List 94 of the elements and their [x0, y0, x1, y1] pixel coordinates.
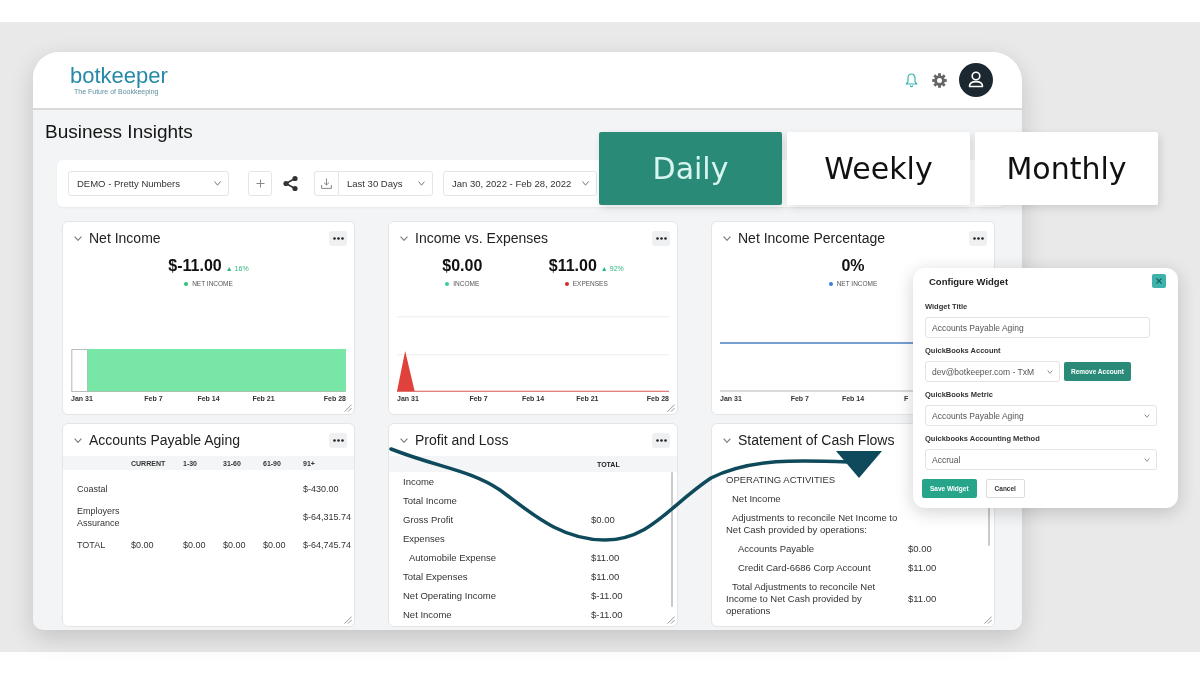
dialog-title: Configure Widget: [929, 275, 1009, 287]
table-cell-text: $0.00: [223, 539, 247, 551]
more-icon: [655, 236, 667, 240]
row-label: Net Income: [403, 608, 453, 621]
row-label: Total Income: [403, 494, 458, 507]
resize-handle-icon[interactable]: [344, 404, 352, 412]
widget-title: Accounts Payable Aging: [89, 432, 240, 448]
add-button[interactable]: [248, 171, 272, 196]
chevron-icon[interactable]: [400, 437, 408, 443]
dashboard-select[interactable]: DEMO - Pretty Numbers: [68, 171, 229, 196]
row-label: Income: [403, 475, 436, 488]
range-select[interactable]: Last 30 Days: [338, 171, 433, 196]
more-button[interactable]: [652, 230, 670, 246]
download-icon: [321, 178, 332, 189]
share-icon[interactable]: [282, 175, 299, 192]
chevron-icon: [418, 181, 425, 186]
scrollbar[interactable]: [671, 472, 673, 607]
table-cell-text: $0.00: [263, 539, 287, 551]
table-cell-text: $11.00: [908, 592, 938, 605]
row-label: Adjustments to reconcile Net Income to Net Cash provided by operations:: [726, 511, 899, 536]
chevron-icon: [1047, 369, 1053, 374]
metric-value: $11.00: [548, 256, 597, 276]
table-cell-text: $11.00: [591, 551, 621, 564]
resize-handle-icon[interactable]: [667, 616, 675, 624]
dropdown[interactable]: Accrual: [925, 449, 1157, 470]
more-icon: [332, 438, 344, 442]
bell-icon[interactable]: [905, 72, 918, 88]
table-cell-text: $0.00: [131, 539, 155, 551]
more-button[interactable]: [329, 432, 347, 448]
more-icon: [332, 236, 344, 240]
more-icon: [972, 236, 984, 240]
widget-title: Net Income Percentage: [738, 230, 886, 246]
chevron-icon: [1144, 413, 1150, 418]
period-tab[interactable]: Monthly: [975, 132, 1158, 205]
row-label: Total Adjustments to reconcile Net Income to Net Cash provided by operations: [726, 580, 877, 617]
table-cell-text: $11.00: [908, 561, 938, 574]
chevron-icon: [1144, 457, 1150, 462]
resize-handle-icon[interactable]: [984, 616, 992, 624]
dropdown[interactable]: Accounts Payable Aging: [925, 405, 1157, 426]
table-cell-text: $0.00: [591, 513, 616, 526]
download-button[interactable]: [314, 171, 338, 196]
widget-title: Income vs. Expenses: [415, 230, 549, 246]
widget-title: Net Income: [89, 230, 161, 246]
logo[interactable]: botkeeper: [70, 64, 168, 88]
resize-handle-icon[interactable]: [667, 404, 675, 412]
more-button[interactable]: [969, 230, 987, 246]
resize-handle-icon[interactable]: [344, 616, 352, 624]
row-label: Employers Assurance: [77, 505, 121, 529]
table-cell-text: $-11.00: [591, 608, 624, 621]
row-label: TOTAL: [77, 539, 107, 551]
chevron-icon: [582, 181, 589, 186]
table-cell-text: $0.00: [908, 542, 933, 555]
row-label: Coastal: [77, 483, 109, 495]
chevron-icon[interactable]: [723, 235, 731, 241]
row-label: Accounts Payable: [737, 542, 816, 555]
metric-value: $0.00: [442, 256, 483, 276]
row-label: Gross Profit: [403, 513, 455, 526]
more-icon: [655, 438, 667, 442]
metric-value: 0%: [841, 256, 865, 276]
text-input[interactable]: Accounts Payable Aging: [925, 317, 1150, 338]
row-label: Net Operating Income: [403, 589, 497, 602]
table-cell-text: $11.00: [591, 570, 621, 583]
chevron-icon[interactable]: [74, 235, 82, 241]
date-range-select[interactable]: Jan 30, 2022 - Feb 28, 2022: [443, 171, 597, 196]
more-button[interactable]: [652, 432, 670, 448]
plus-icon: [255, 179, 265, 188]
close-button[interactable]: [1152, 274, 1166, 288]
scrollbar[interactable]: [988, 506, 990, 546]
settings-icon[interactable]: [932, 72, 947, 88]
table-cell-text: $-11.00: [591, 589, 624, 602]
chevron-icon[interactable]: [74, 437, 82, 443]
row-label: Net Income: [731, 492, 782, 505]
period-tab[interactable]: Daily: [599, 132, 782, 205]
chevron-icon: [214, 181, 221, 186]
more-button[interactable]: [329, 230, 347, 246]
widget-title: Statement of Cash Flows: [738, 432, 895, 448]
table-cell: $-64,315.74: [303, 511, 352, 523]
row-label: Total Expenses: [403, 570, 469, 583]
table-cell-text: $0.00: [183, 539, 207, 551]
table-cell-text: $-430.00: [303, 483, 340, 495]
widget-title: Profit and Loss: [415, 432, 509, 448]
dropdown[interactable]: dev@botkeeper.com - TxM: [925, 361, 1060, 382]
row-label: Credit Card-6686 Corp Account: [737, 561, 872, 574]
chevron-icon[interactable]: [723, 437, 731, 443]
table-cell: $-64,745.74: [303, 539, 352, 551]
metric-value: $-11.00: [168, 256, 222, 276]
page-title: Business Insights: [45, 121, 193, 143]
chevron-icon[interactable]: [400, 235, 408, 241]
avatar-icon[interactable]: [959, 63, 993, 97]
row-label: Automobile Expense: [408, 551, 498, 564]
close-icon: [1156, 278, 1162, 284]
row-label: Expenses: [403, 532, 446, 545]
row-label: OPERATING ACTIVITIES: [726, 473, 837, 486]
period-tab[interactable]: Weekly: [787, 132, 970, 205]
